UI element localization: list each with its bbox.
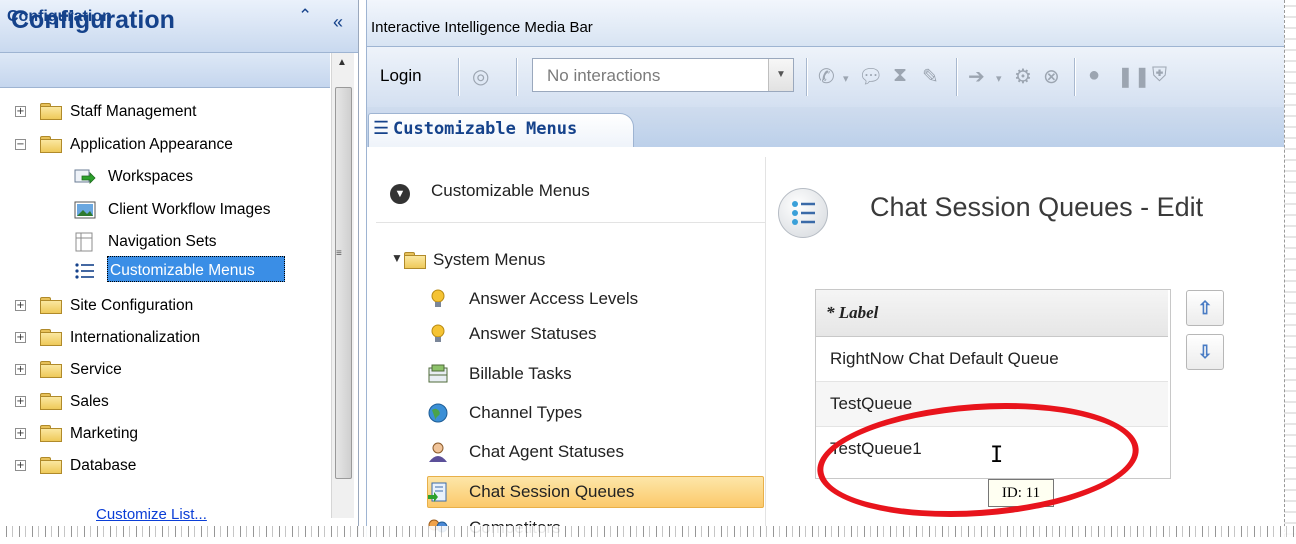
workspaces-icon [74, 169, 96, 184]
transfer-icon[interactable]: ➔ [968, 64, 985, 89]
scroll-grip-icon: ≡ [336, 248, 342, 259]
media-bar-title: Interactive Intelligence Media Bar [371, 19, 593, 36]
pause-icon[interactable]: ❚❚ [1117, 64, 1151, 89]
interactions-dropdown-value: No interactions [547, 66, 661, 85]
menu-item-label: Chat Agent Statuses [469, 442, 624, 461]
customize-list-link[interactable]: Customize List... [96, 506, 207, 523]
section-collapse-icon[interactable]: ⌃ [298, 6, 312, 26]
pickup-icon[interactable]: ✆ [818, 64, 835, 89]
divider [376, 222, 765, 223]
tree-item-label: Site Configuration [70, 297, 194, 314]
hold-icon[interactable]: ⧗ [893, 64, 907, 87]
collapse-icon[interactable]: − [15, 139, 26, 150]
chevron-down-icon[interactable]: ▾ [996, 72, 1002, 85]
configuration-section-title: Configuration [7, 8, 112, 25]
folder-icon [40, 425, 62, 442]
edit-list-icon [778, 188, 828, 238]
folder-icon [40, 103, 62, 120]
arrow-down-icon: ⇩ [1197, 342, 1213, 362]
chevron-down-icon[interactable]: ▼ [768, 59, 793, 91]
status-icon[interactable]: ◎ [472, 64, 489, 89]
tree-item-label: Internationalization [70, 329, 201, 346]
menu-list-header: Customizable Menus [431, 181, 590, 200]
tree-item-label: Application Appearance [70, 136, 233, 153]
agent-icon [429, 442, 447, 462]
expanded-caret-icon[interactable]: ▼ [391, 251, 403, 265]
label-column-header-text: * Label [826, 303, 879, 322]
tree-item-label: Database [70, 457, 137, 474]
move-down-button[interactable]: ⇩ [1186, 334, 1224, 370]
tree-item-label: Service [70, 361, 122, 378]
queue-icon [428, 482, 447, 502]
tree-item-label: Workspaces [108, 168, 193, 185]
expand-icon[interactable]: + [15, 300, 26, 311]
tree-item-label: Marketing [70, 425, 139, 442]
chevron-down-circle-icon[interactable]: ▼ [390, 184, 410, 204]
tree-item-label: Navigation Sets [108, 233, 217, 250]
folder-icon [404, 252, 426, 269]
globe-icon [428, 403, 448, 423]
folder-icon [40, 297, 62, 314]
interactions-dropdown[interactable]: No interactions ▼ [532, 58, 794, 92]
menu-item-label: Billable Tasks [469, 364, 572, 383]
folder-icon [40, 393, 62, 410]
menu-item-label: Answer Statuses [469, 324, 597, 343]
navigation-sets-icon [75, 232, 93, 252]
calculator-icon [428, 364, 448, 383]
tree-item-label: Sales [70, 393, 109, 410]
toolbar-separator [458, 58, 460, 96]
lightbulb-icon [431, 289, 445, 307]
expand-icon[interactable]: + [15, 332, 26, 343]
menu-item-label: Chat Session Queues [469, 482, 635, 501]
tab-label: Customizable Menus [393, 119, 578, 139]
scrollbar-thumb[interactable] [335, 87, 352, 479]
toolbar-separator [1074, 58, 1076, 96]
arrow-up-icon: ⇧ [1197, 298, 1213, 318]
configuration-section-header[interactable] [0, 53, 330, 88]
mute-icon[interactable]: ✎ [922, 64, 939, 89]
expand-icon[interactable]: + [15, 460, 26, 471]
toolbar-separator [516, 58, 518, 96]
toolbar-separator [956, 58, 958, 96]
move-up-button[interactable]: ⇧ [1186, 290, 1224, 326]
folder-icon [40, 329, 62, 346]
speech-bubble-icon[interactable]: 💬︎ [858, 64, 883, 89]
edit-page-title: Chat Session Queues - Edit [870, 192, 1204, 222]
expand-icon[interactable]: + [15, 428, 26, 439]
folder-icon [40, 457, 62, 474]
table-row[interactable]: RightNow Chat Default Queue [816, 337, 1168, 382]
tree-item-label: Client Workflow Images [108, 201, 271, 218]
menu-item-label: Channel Types [469, 403, 583, 422]
record-icon[interactable]: ● [1088, 64, 1100, 87]
folder-icon [40, 136, 62, 153]
tree-item-label: Staff Management [70, 103, 197, 120]
collapse-pane-button[interactable]: « [327, 12, 349, 33]
scroll-up-icon[interactable]: ▲ [337, 57, 347, 68]
workflow-images-icon [74, 201, 96, 219]
tree-item-label: Customizable Menus [110, 262, 255, 279]
disconnect-icon[interactable]: ⊗ [1043, 64, 1060, 89]
chevron-down-icon[interactable]: ▾ [843, 72, 849, 85]
secure-icon[interactable]: ⛨ [1152, 64, 1167, 87]
lightbulb-icon [431, 324, 445, 342]
login-button[interactable]: Login [380, 66, 422, 86]
torn-edge-right [1284, 0, 1296, 537]
expand-icon[interactable]: + [15, 396, 26, 407]
toolbar-separator [806, 58, 808, 96]
customizable-menus-icon [75, 263, 94, 279]
expand-icon[interactable]: + [15, 106, 26, 117]
tree-scrollbar[interactable]: ▲ ≡ [331, 53, 354, 518]
navigation-pane: Configuration « Configuration ⌃ ▲ ≡ + St… [0, 0, 359, 537]
expand-icon[interactable]: + [15, 364, 26, 375]
table-cell[interactable]: TestQueue [830, 394, 912, 414]
torn-edge-bottom [0, 526, 1296, 537]
table-cell[interactable]: RightNow Chat Default Queue [830, 349, 1059, 369]
list-icon: ☰ [373, 118, 390, 138]
conference-icon[interactable]: ⚙ [1014, 64, 1032, 89]
system-menus-node[interactable]: System Menus [433, 250, 545, 270]
folder-icon [40, 361, 62, 378]
menu-item-label: Answer Access Levels [469, 289, 639, 308]
